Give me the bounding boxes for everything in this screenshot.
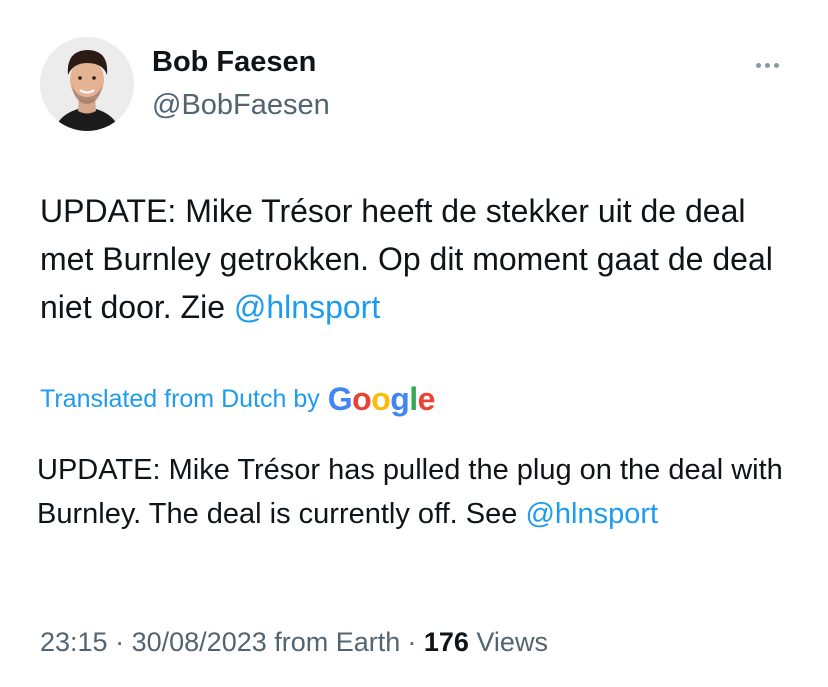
profile-photo-icon	[40, 37, 134, 131]
tweet-mention-link[interactable]: @hlnsport	[234, 289, 380, 325]
tweet-meta: 23:15 · 30/08/2023 from Earth · 176 Views	[40, 624, 548, 660]
translation-label[interactable]: Translated from Dutch by	[40, 385, 320, 414]
translated-text: UPDATE: Mike Trésor has pulled the plug …	[37, 448, 807, 536]
avatar[interactable]	[40, 37, 134, 131]
google-logo-letter: g	[390, 381, 410, 417]
author-handle[interactable]: @BobFaesen	[152, 87, 330, 123]
translated-mention-link[interactable]: @hlnsport	[525, 498, 658, 530]
tweet-date[interactable]: 30/08/2023	[132, 627, 267, 657]
views-count[interactable]: 176	[424, 627, 469, 657]
tweet-card: Bob Faesen @BobFaesen UPDATE: Mike Tréso…	[0, 0, 828, 687]
google-logo-letter: l	[409, 381, 418, 417]
tweet-text-body: UPDATE: Mike Trésor heeft de stekker uit…	[40, 193, 773, 325]
meta-separator: ·	[115, 627, 125, 657]
translation-credit[interactable]: Translated from Dutch by Google	[40, 379, 435, 419]
translated-text-body: UPDATE: Mike Trésor has pulled the plug …	[37, 454, 783, 530]
tweet-source: from Earth	[274, 627, 401, 657]
author-name[interactable]: Bob Faesen	[152, 44, 316, 80]
google-logo: Google	[327, 379, 436, 419]
google-logo-letter: G	[327, 381, 353, 417]
meta-separator-2: ·	[407, 627, 417, 657]
tweet-text: UPDATE: Mike Trésor heeft de stekker uit…	[40, 187, 800, 331]
tweet-time[interactable]: 23:15	[40, 627, 108, 657]
google-logo-letter: o	[352, 381, 372, 417]
google-logo-letter: e	[417, 381, 436, 417]
more-options-button[interactable]	[748, 50, 788, 80]
google-logo-letter: o	[371, 381, 391, 417]
views-label[interactable]: Views	[476, 627, 548, 657]
